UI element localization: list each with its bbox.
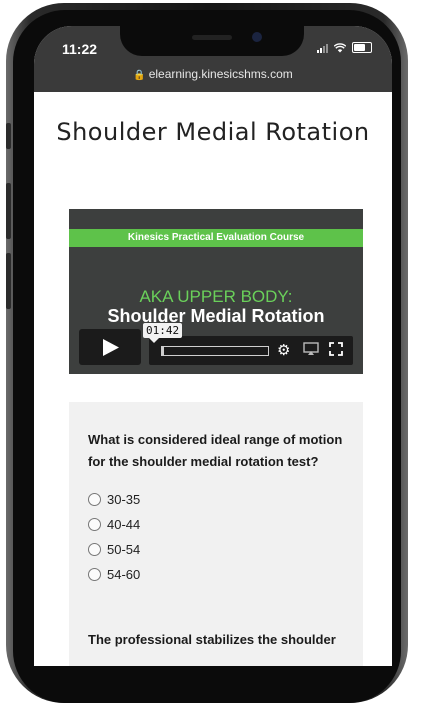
airplay-icon[interactable] <box>303 342 319 360</box>
settings-icon[interactable]: ⚙ <box>277 342 290 359</box>
video-controls: ⚙ 01:42 <box>79 323 353 365</box>
fullscreen-icon[interactable] <box>329 342 343 360</box>
speaker-grille <box>192 35 232 40</box>
radio-button[interactable] <box>88 543 101 556</box>
video-player[interactable]: Kinesics Practical Evaluation Course AKA… <box>69 209 363 374</box>
notch <box>120 26 304 56</box>
video-subtitle: AKA UPPER BODY: <box>139 287 293 306</box>
answer-label: 50-54 <box>107 542 141 557</box>
lock-icon: 🔒 <box>133 70 146 81</box>
status-icons <box>317 42 372 53</box>
volume-down-button <box>6 253 11 309</box>
seek-bar-fill <box>162 347 165 355</box>
play-button[interactable] <box>79 329 141 365</box>
mute-switch <box>6 123 11 149</box>
radio-button[interactable] <box>88 568 101 581</box>
radio-button[interactable] <box>88 518 101 531</box>
answer-option[interactable]: 54-60 <box>88 562 140 587</box>
seek-bar[interactable] <box>161 346 269 356</box>
answer-option[interactable]: 30-35 <box>88 487 140 512</box>
volume-up-button <box>6 183 11 239</box>
quiz-panel: What is considered ideal range of motion… <box>69 402 363 666</box>
battery-icon <box>352 42 372 53</box>
answer-option[interactable]: 50-54 <box>88 537 140 562</box>
play-icon <box>103 339 119 356</box>
control-bar: ⚙ <box>149 336 353 365</box>
answer-option[interactable]: 40-44 <box>88 512 140 537</box>
next-question-text: The professional stabilizes the shoulder <box>88 632 336 647</box>
browser-top-bar: 11:22 🔒 elearning.kinesicshms.com <box>34 26 392 92</box>
phone-screen: 11:22 🔒 elearning.kinesicshms.com Shoulde… <box>34 26 392 666</box>
wifi-icon <box>334 42 346 52</box>
video-title: Shoulder Medial Rotation <box>107 306 325 326</box>
video-banner: Kinesics Practical Evaluation Course <box>69 229 363 247</box>
answer-label: 40-44 <box>107 517 141 532</box>
answer-label: 54-60 <box>107 567 141 582</box>
answer-label: 30-35 <box>107 492 141 507</box>
url-text: elearning.kinesicshms.com <box>148 67 293 81</box>
question-text: What is considered ideal range of motion… <box>88 432 343 469</box>
address-bar[interactable]: 🔒 elearning.kinesicshms.com <box>34 67 392 81</box>
time-tooltip: 01:42 <box>143 323 183 343</box>
front-camera <box>252 32 262 42</box>
status-time: 11:22 <box>62 41 98 57</box>
radio-button[interactable] <box>88 493 101 506</box>
answer-options: 30-35 40-44 50-54 54-60 <box>88 487 140 587</box>
page-title: Shoulder Medial Rotation <box>56 118 370 146</box>
signal-icon <box>317 43 328 53</box>
